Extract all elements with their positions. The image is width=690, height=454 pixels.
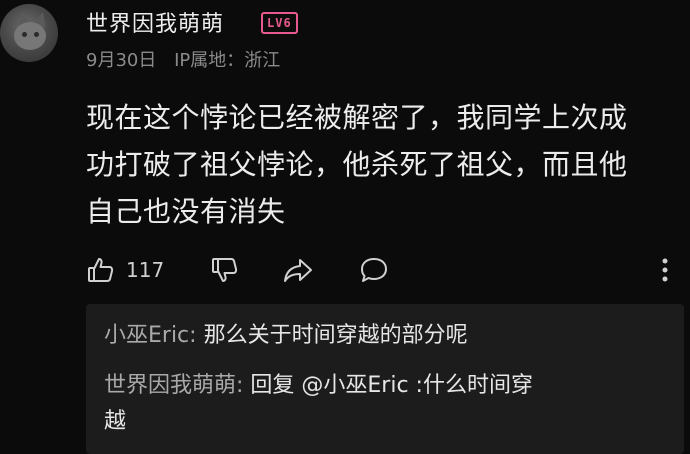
reply-text: 那么关于时间穿越的部分呢 (196, 323, 468, 348)
more-options-button[interactable] (660, 250, 670, 290)
reply-item[interactable]: 小巫Eric: 那么关于时间穿越的部分呢 (104, 318, 684, 354)
comment-bubble-icon (358, 255, 390, 285)
comment-line: 自己也没有消失 (86, 195, 286, 228)
comment-body: 现在这个悖论已经被解密了，我同学上次成 功打破了祖父悖论，他杀死了祖父，而且他 … (86, 94, 686, 235)
comment-line: 功打破了祖父悖论，他杀死了祖父，而且他 (86, 148, 628, 181)
share-icon (282, 255, 314, 285)
dislike-button[interactable] (210, 250, 240, 290)
reply-author[interactable]: 世界因我萌萌: (104, 373, 243, 398)
like-button[interactable]: 117 (86, 250, 164, 290)
reply-text-continued: 越 (104, 409, 127, 434)
action-bar: 117 (86, 250, 686, 290)
reply-preview-box[interactable]: 小巫Eric: 那么关于时间穿越的部分呢 世界因我萌萌: 回复 @小巫Eric … (86, 304, 684, 454)
comment-meta: 9月30日 IP属地：浙江 (86, 46, 280, 72)
avatar-face (14, 22, 46, 50)
avatar[interactable] (0, 4, 58, 62)
comment-line: 现在这个悖论已经被解密了，我同学上次成 (86, 101, 628, 134)
reply-text: 回复 @小巫Eric :什么时间穿 (243, 373, 533, 398)
thumbs-down-icon (210, 255, 240, 285)
avatar-eye-right (34, 32, 39, 37)
like-count: 117 (126, 258, 165, 282)
reply-author[interactable]: 小巫Eric: (104, 323, 197, 348)
comment-date: 9月30日 (86, 50, 157, 71)
reply-item[interactable]: 世界因我萌萌: 回复 @小巫Eric :什么时间穿越 (104, 368, 684, 440)
level-badge: LV6 (261, 12, 298, 34)
username[interactable]: 世界因我萌萌 (86, 6, 224, 38)
avatar-eye-left (22, 32, 27, 37)
more-vertical-icon (660, 255, 670, 285)
reply-button[interactable] (358, 250, 390, 290)
thumbs-up-icon (86, 255, 116, 285)
ip-location: IP属地：浙江 (174, 50, 281, 71)
share-button[interactable] (282, 250, 314, 290)
